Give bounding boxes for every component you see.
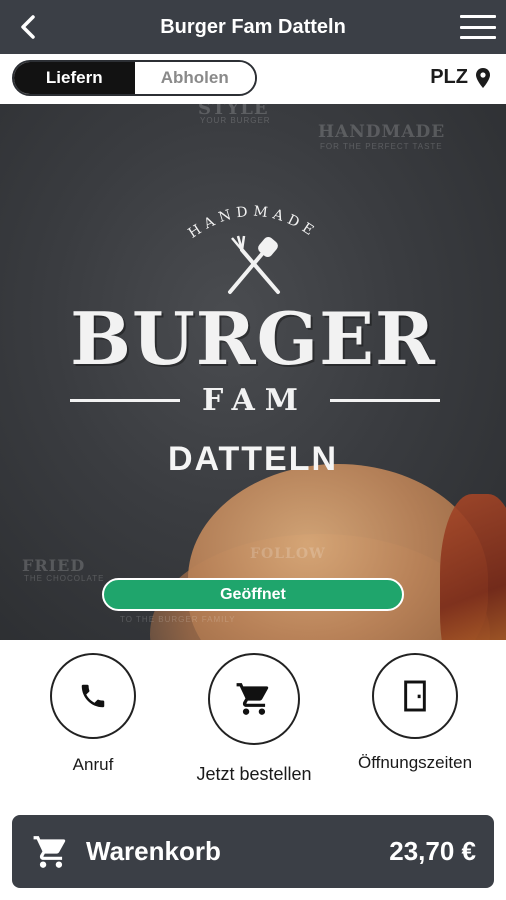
bg-text-fried: FRIED	[22, 556, 86, 575]
app-header: Burger Fam Datteln	[0, 0, 506, 54]
logo-subtitle-row: FAM	[70, 380, 440, 420]
opening-hours-label: Öffnungszeiten	[357, 753, 473, 772]
order-now-button[interactable]	[208, 653, 300, 745]
cart-label: Warenkorb	[86, 836, 221, 866]
cart-button[interactable]: Warenkorb 23,70 €	[12, 815, 494, 888]
burger-bacon	[440, 494, 506, 640]
grill-tools-icon	[228, 235, 280, 294]
logo-title: BURGER	[70, 296, 436, 381]
logo-divider-line	[330, 398, 440, 402]
opening-hours-button[interactable]	[372, 653, 458, 739]
restaurant-hero-image: STYLE YOUR BURGER HANDMADE FOR THE PERFE…	[0, 104, 506, 640]
back-button[interactable]	[14, 12, 42, 42]
menu-line	[460, 25, 496, 29]
bg-text-perfect-taste: FOR THE PERFECT TASTE	[320, 142, 443, 151]
hamburger-menu-button[interactable]	[460, 12, 496, 42]
call-button[interactable]	[50, 653, 136, 739]
order-now-action[interactable]: Jetzt bestellen	[196, 653, 312, 785]
mode-option-abholen[interactable]: Abholen	[134, 62, 255, 94]
location-pin-icon	[476, 67, 490, 88]
logo-divider-line	[70, 398, 180, 402]
chevron-left-icon	[21, 15, 35, 39]
call-action[interactable]: Anruf	[49, 653, 137, 775]
order-mode-bar: Liefern Abholen PLZ	[0, 54, 506, 104]
bg-text-handmade: HANDMADE	[318, 122, 446, 142]
quick-actions: Anruf Jetzt bestellen Öffnungszeiten	[0, 640, 506, 800]
bg-text-burger-family: TO THE BURGER FAMILY	[120, 615, 236, 624]
shopping-cart-icon	[236, 683, 269, 715]
menu-line	[460, 15, 496, 18]
mode-option-liefern[interactable]: Liefern	[14, 62, 135, 94]
page-title: Burger Fam Datteln	[160, 15, 346, 38]
logo-city: DATTELN	[167, 440, 339, 478]
bg-text-your-burger: YOUR BURGER	[200, 116, 271, 125]
open-status-badge: Geöffnet	[102, 578, 404, 611]
logo-subtitle: FAM	[201, 382, 309, 418]
bg-text-follow: FOLLOW	[250, 546, 326, 562]
door-icon	[404, 680, 426, 712]
opening-hours-action[interactable]: Öffnungszeiten	[358, 653, 472, 773]
phone-icon	[81, 684, 105, 708]
call-label: Anruf	[72, 755, 114, 774]
plz-label: PLZ	[430, 66, 468, 88]
menu-line	[460, 36, 496, 39]
cart-total: 23,70 €	[389, 836, 476, 866]
shopping-cart-icon	[33, 835, 66, 868]
delivery-mode-toggle: Liefern Abholen	[12, 60, 257, 96]
bg-text-chocolate: THE CHOCOLATE	[24, 574, 105, 583]
order-now-label: Jetzt bestellen	[196, 764, 312, 784]
postal-code-selector[interactable]: PLZ	[430, 66, 490, 89]
